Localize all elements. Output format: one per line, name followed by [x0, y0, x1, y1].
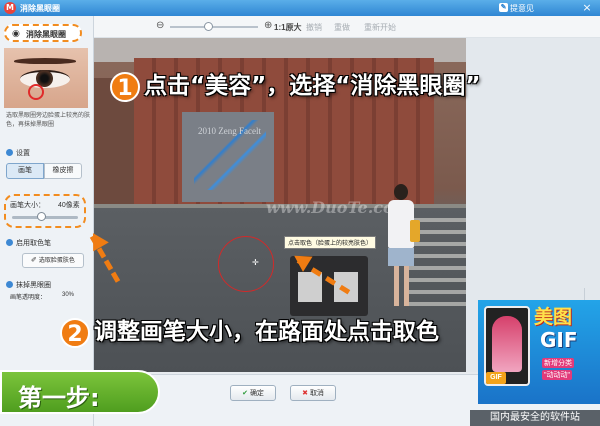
panel-header[interactable]: ◉ 消除黑眼圈 [4, 24, 82, 42]
example-eye-photo [4, 48, 88, 108]
pick-skin-color-button[interactable]: ✐ 选取脸蛋肤色 [22, 253, 84, 268]
brush-mode-button[interactable]: 画笔 [6, 163, 44, 179]
pedestrian-leg-left [394, 266, 399, 306]
pedestrian-skirt [388, 248, 414, 266]
settings-bullet-icon [6, 149, 13, 156]
brush-size-value: 40像素 [58, 202, 80, 209]
gif-tag: GIF [486, 372, 506, 384]
callout-text-2: 调整画笔大小，在路面处点击取色 [94, 319, 439, 345]
redo-button[interactable]: 重做 [334, 22, 350, 33]
promo-title: 美图 [534, 306, 573, 328]
brush-size-label: 画笔大小： [10, 202, 45, 209]
ok-button[interactable]: ✔ 确定 [230, 385, 276, 401]
pick-title-text: 启用取色笔 [16, 240, 51, 247]
zoom-slider-track[interactable] [170, 26, 258, 28]
opacity-value: 30% [62, 292, 75, 298]
feedback-link[interactable]: 提意见 [510, 3, 534, 14]
callout-step-2: 2 调整画笔大小，在路面处点击取色 [60, 312, 439, 348]
callout-text-1: 点击“美容”，选择“消除黑眼圈” [144, 73, 481, 99]
brush-cursor-circle [218, 236, 274, 292]
toolbar: ⊖ ⊕ 1:1原大 撤销 重做 重新开始 [94, 16, 600, 38]
pedestrian-figure [384, 184, 420, 314]
promo-line-2: "动动动" [542, 370, 572, 380]
eyedropper-cursor-icon: ✛ [252, 258, 259, 267]
eyedropper-icon: ✐ [31, 256, 37, 264]
brush-size-slider-knob[interactable] [37, 212, 47, 221]
close-button[interactable]: × [580, 2, 594, 14]
promo-gif-label: GIF [540, 328, 578, 352]
reset-button[interactable]: 重新开始 [364, 22, 396, 33]
step-number-2: 2 [60, 317, 90, 348]
cancel-button-label: 取消 [309, 390, 324, 397]
cross-icon: ✖ [302, 389, 308, 397]
pick-bullet-icon [6, 239, 13, 246]
settings-title-text: 设置 [16, 150, 30, 157]
eyebrow-shape [14, 58, 76, 64]
feedback-icon[interactable]: ✎ [499, 3, 508, 12]
eye-icon: ◉ [12, 29, 20, 39]
ok-button-label: 确定 [249, 390, 264, 397]
window-title-bar: M 消除黑眼圈 ✎ 提意见 × [0, 0, 600, 16]
step-badge-text: 第一步: [18, 384, 100, 412]
zoom-in-icon[interactable]: ⊕ [264, 20, 272, 31]
tool-description: 选取黑眼圈旁边脸蛋上较亮的肤色，再抹掉黑眼圈 [6, 113, 91, 128]
undo-button[interactable]: 撤销 [306, 22, 322, 33]
callout-step-1: 1 点击“美容”，选择“消除黑眼圈” [110, 66, 480, 102]
pedestrian-bag [410, 220, 420, 242]
brush-size-control: 画笔大小： 40像素 [4, 194, 86, 228]
step-badge: 第一步: [0, 370, 160, 414]
dark-circle-marker [28, 84, 44, 100]
opacity-label: 画笔透明度： [10, 295, 47, 301]
eraser-mode-button[interactable]: 橡皮擦 [44, 163, 82, 179]
pick-color-tooltip: 点击取色（脸蛋上的较亮肤色） [284, 236, 377, 249]
mode-toggle-group: 画笔 橡皮擦 [6, 163, 84, 179]
promo-banner[interactable]: GIF 美图 GIF 新增分类 "动动动" [478, 300, 600, 404]
step-number-1: 1 [110, 71, 140, 102]
left-panel: ◉ 消除黑眼圈 选取黑眼圈旁边脸蛋上较亮的肤色，再抹掉黑眼圈 设置 画笔 橡皮擦… [0, 16, 94, 426]
app-logo-icon: M [4, 2, 16, 14]
pedestrian-head [394, 184, 408, 200]
zoom-slider-knob[interactable] [204, 22, 213, 31]
check-icon: ✔ [242, 389, 248, 397]
remove-bullet-icon [6, 281, 13, 288]
site-tagline: 国内最安全的软件站 [470, 410, 600, 426]
panel-header-label: 消除黑眼圈 [26, 30, 66, 39]
settings-section-title: 设置 [6, 148, 30, 158]
opacity-row: 画笔透明度： 30% [10, 292, 84, 301]
remove-section-title: 抹掉黑眼圈 [6, 280, 51, 290]
cancel-button[interactable]: ✖ 取消 [290, 385, 336, 401]
poster-text: 2010 Zeng Facelt [198, 126, 261, 136]
pick-skin-color-label: 选取脸蛋肤色 [38, 258, 75, 264]
window-title: 消除黑眼圈 [20, 4, 60, 13]
original-size-button[interactable]: 1:1原大 [274, 22, 302, 33]
pedestrian-leg-right [404, 266, 409, 306]
remove-title-text: 抹掉黑眼圈 [16, 282, 51, 289]
zoom-out-icon[interactable]: ⊖ [156, 20, 164, 31]
pick-color-section-title: 启用取色笔 [6, 238, 51, 248]
promo-line-1: 新增分类 [542, 358, 574, 368]
